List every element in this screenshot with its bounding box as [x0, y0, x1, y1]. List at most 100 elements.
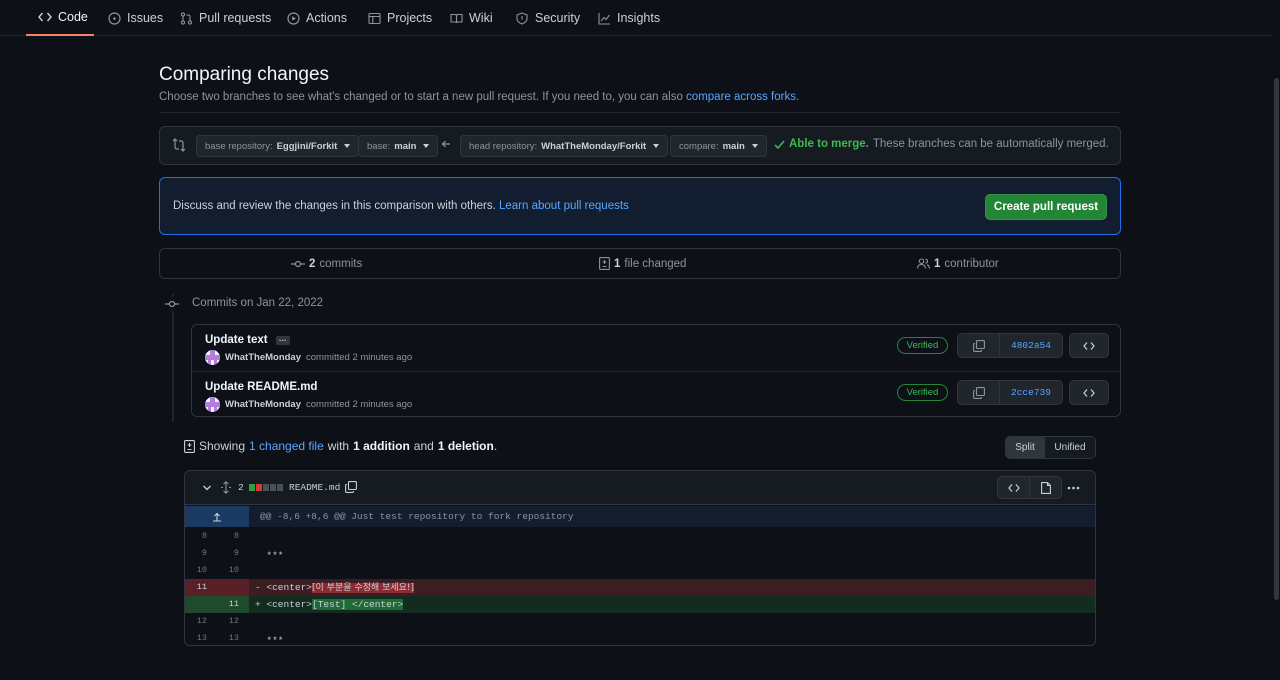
deleted-text: [이 부분을 수정해 보세요!]: [312, 583, 415, 593]
copy-icon[interactable]: [958, 381, 1000, 404]
deletions-count: 1 deletion: [437, 439, 494, 453]
base-branch-select[interactable]: base: main: [358, 135, 439, 157]
old-line-number[interactable]: 11: [185, 579, 217, 596]
compare-across-forks-link[interactable]: compare across forks: [686, 91, 796, 103]
diff-view-toggle: Split Unified: [1005, 436, 1096, 459]
change-count: 2: [238, 482, 244, 493]
commit-time: committed 2 minutes ago: [306, 399, 413, 410]
commit-message-link[interactable]: Update README.md: [205, 381, 317, 393]
base-repo-value: Eggjini/Forkit: [276, 140, 338, 152]
new-line-number[interactable]: [217, 579, 249, 596]
hunk-header: @@ -8,6 +8,6 @@ Just test repository to …: [185, 506, 1095, 527]
tab-actions[interactable]: Actions: [286, 0, 347, 36]
tab-label: Wiki: [469, 11, 493, 25]
tab-security[interactable]: Security: [515, 0, 580, 36]
verified-badge[interactable]: Verified: [897, 384, 948, 401]
new-line-number[interactable]: 9: [217, 545, 249, 562]
banner-text: Discuss and review the changes in this c…: [173, 200, 629, 212]
avatar[interactable]: [205, 397, 220, 412]
browse-code-icon[interactable]: [1069, 380, 1109, 405]
new-line-number[interactable]: 13: [217, 630, 249, 645]
avatar[interactable]: [205, 350, 220, 365]
commit-message-link[interactable]: Update text: [205, 334, 268, 346]
commit-row: Update README.md WhatTheMonday committed …: [192, 371, 1120, 417]
compare-branch-select[interactable]: compare: main: [670, 135, 767, 157]
tab-wiki[interactable]: Wiki: [449, 0, 493, 36]
commit-time: committed 2 minutes ago: [306, 352, 413, 363]
caret-down-icon: [751, 144, 758, 148]
commit-sha-group: 4802a54: [957, 333, 1063, 358]
file-name[interactable]: README.md: [289, 482, 340, 493]
display-rich-icon[interactable]: [1029, 476, 1062, 499]
contributors-count: 1: [934, 257, 941, 270]
old-line-number[interactable]: 10: [185, 562, 217, 579]
period-text: .: [493, 439, 498, 453]
unfold-icon[interactable]: [220, 481, 232, 494]
caret-down-icon: [344, 144, 351, 148]
tab-insights[interactable]: Insights: [597, 0, 660, 36]
old-line-number[interactable]: 9: [185, 545, 217, 562]
commit-sha-link[interactable]: 4802a54: [1000, 334, 1062, 357]
old-line-number[interactable]: 13: [185, 630, 217, 645]
commit-title: Update README.md: [205, 381, 317, 393]
split-view-button[interactable]: Split: [1006, 437, 1045, 458]
new-line-number[interactable]: 8: [217, 528, 249, 545]
commit-meta: WhatTheMonday committed 2 minutes ago: [205, 397, 412, 412]
tab-pull-requests[interactable]: Pull requests: [179, 0, 271, 36]
copy-icon[interactable]: [958, 334, 1000, 357]
page-scrollbar[interactable]: [1272, 0, 1280, 680]
create-pull-request-button[interactable]: Create pull request: [985, 194, 1107, 220]
with-text: with: [327, 439, 350, 453]
tab-projects[interactable]: Projects: [367, 0, 432, 36]
compare-label: compare:: [679, 140, 719, 152]
display-source-icon[interactable]: [997, 476, 1030, 499]
old-line-number[interactable]: 12: [185, 613, 217, 630]
chevron-down-icon[interactable]: [202, 483, 212, 493]
commit-sha-group: 2cce739: [957, 380, 1063, 405]
file-diff-icon: [184, 439, 195, 453]
code-prefix: + <center>: [255, 599, 313, 610]
expand-up-icon[interactable]: [185, 506, 249, 527]
new-line-number[interactable]: 11: [217, 596, 249, 613]
shield-icon: [515, 11, 529, 25]
caret-down-icon: [423, 144, 430, 148]
tab-label: Projects: [387, 11, 433, 25]
kebab-horizontal-icon[interactable]: [1067, 486, 1080, 490]
diff-line: 12 12: [185, 613, 1095, 630]
commits-label: commits: [319, 257, 363, 270]
play-icon: [286, 11, 300, 25]
commit-sha-link[interactable]: 2cce739: [1000, 381, 1062, 404]
contributors-summary[interactable]: 1 contributor: [917, 249, 999, 278]
base-repository-select[interactable]: base repository: Eggjini/Forkit: [196, 135, 360, 157]
tab-label: Pull requests: [199, 11, 272, 25]
copy-icon[interactable]: [345, 481, 357, 493]
commit-author[interactable]: WhatTheMonday: [225, 352, 301, 363]
page-subtitle: Choose two branches to see what's change…: [159, 91, 799, 103]
base-value: main: [394, 140, 417, 152]
tab-issues[interactable]: Issues: [107, 0, 163, 36]
old-line-number[interactable]: 8: [185, 528, 217, 545]
browse-code-icon[interactable]: [1069, 333, 1109, 358]
changed-files-link[interactable]: 1 changed file: [249, 439, 324, 453]
added-text: [Test] </center>: [312, 599, 404, 610]
commit-author[interactable]: WhatTheMonday: [225, 399, 301, 410]
commits-summary[interactable]: 2 commits: [291, 249, 362, 278]
new-line-number[interactable]: 10: [217, 562, 249, 579]
learn-pull-requests-link[interactable]: Learn about pull requests: [499, 200, 629, 212]
scrollbar-thumb[interactable]: [1274, 78, 1279, 600]
page-title: Comparing changes: [159, 64, 330, 85]
files-summary[interactable]: 1 file changed: [599, 249, 686, 278]
diff-file: 2 README.md @@ -8,6 +8,6 @@ Just test re…: [184, 470, 1096, 646]
commit-icon: [165, 297, 179, 311]
verified-badge[interactable]: Verified: [897, 337, 948, 354]
unified-view-button[interactable]: Unified: [1045, 437, 1095, 458]
tab-code[interactable]: Code: [26, 0, 94, 36]
new-line-number[interactable]: 12: [217, 613, 249, 630]
head-repository-select[interactable]: head repository: WhatTheMonday/Forkit: [460, 135, 669, 157]
commits-date: Commits on Jan 22, 2022: [192, 297, 324, 309]
commit-title: Update text …: [205, 334, 290, 346]
base-label: base:: [367, 140, 391, 152]
old-line-number[interactable]: [185, 596, 217, 613]
expand-message-button[interactable]: …: [275, 334, 290, 345]
